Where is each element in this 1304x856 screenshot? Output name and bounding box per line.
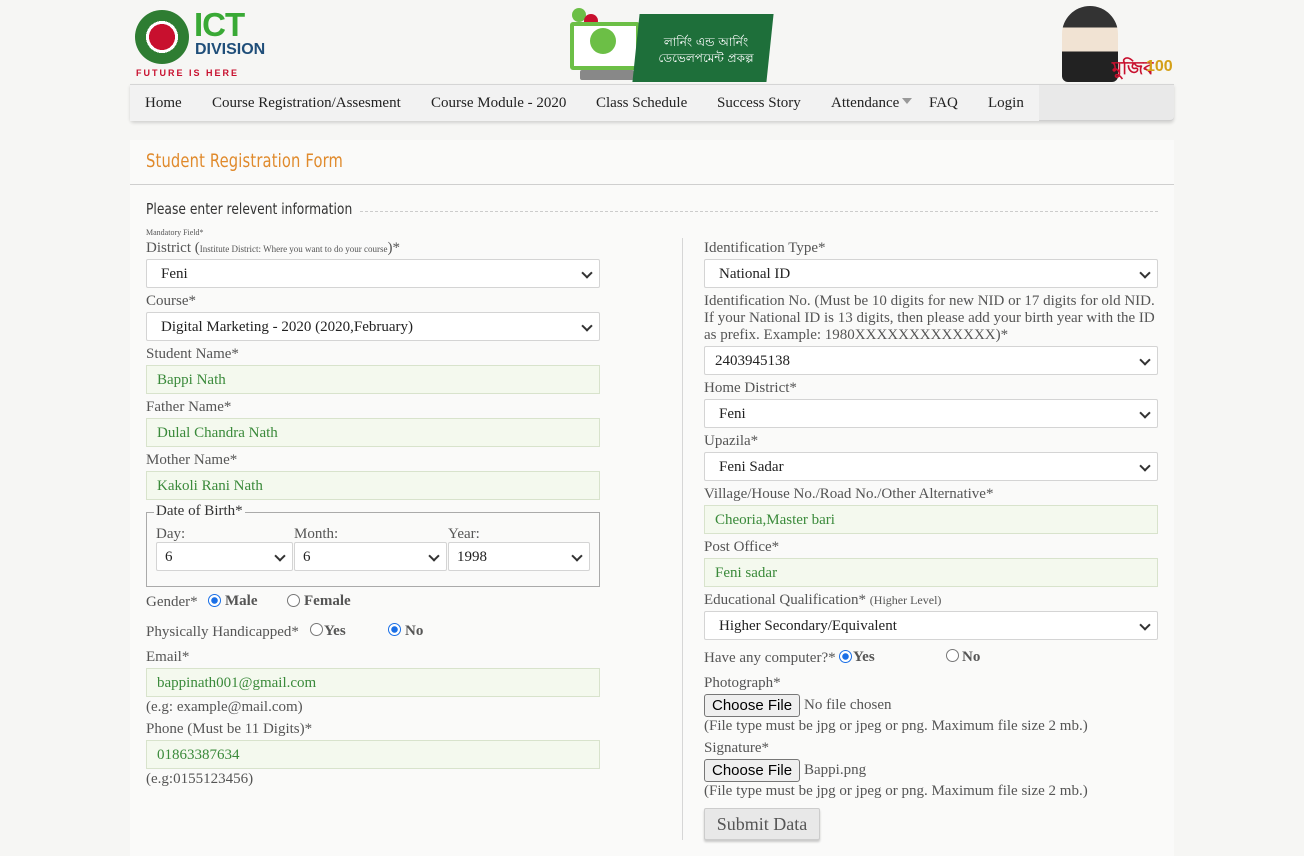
photograph-hint: (File type must be jpg or jpeg or png. M… — [704, 718, 1088, 734]
mujib-100-logo: 100 — [1146, 58, 1173, 75]
id-no-label-line1: Identification No. (Must be 10 digits fo… — [704, 293, 1155, 309]
gender-male-label: Male — [225, 593, 258, 609]
course-label: Course* — [146, 293, 196, 309]
ict-tagline: FUTURE IS HERE — [136, 68, 240, 78]
legend-divider — [360, 211, 1158, 212]
submit-button[interactable]: Submit Data — [704, 808, 820, 840]
signature-label: Signature* — [704, 740, 769, 756]
district-label-end: )* — [387, 240, 401, 256]
dob-month-select[interactable]: 6 — [294, 542, 447, 571]
handicapped-yes-label: Yes — [324, 623, 346, 639]
dob-day-label: Day: — [156, 526, 186, 542]
mandatory-note: Mandatory Field* — [146, 228, 204, 237]
gender-label: Gender* — [146, 594, 198, 610]
nav-menu: Home Course Registration/Assesment Cours… — [130, 85, 1039, 121]
email-input[interactable]: bappinath001@gmail.com — [146, 668, 600, 697]
nav-faq[interactable]: FAQ — [929, 95, 958, 112]
nav-success-story[interactable]: Success Story — [717, 95, 801, 112]
gender-female-label: Female — [304, 593, 351, 609]
dob-legend: Date of Birth* — [154, 503, 245, 520]
id-no-label-line2: If your National ID is 13 digits, then p… — [704, 310, 1155, 326]
dob-month-label: Month: — [294, 526, 339, 542]
main-navigation: Home Course Registration/Assesment Cours… — [130, 84, 1174, 121]
photograph-label: Photograph* — [704, 675, 781, 691]
student-name-label: Student Name* — [146, 346, 239, 362]
gender-male-radio[interactable] — [208, 594, 221, 607]
project-line-2: ডেভেলপমেন্ট প্রকল্প — [658, 51, 754, 65]
mother-name-label: Mother Name* — [146, 452, 238, 468]
upazila-label: Upazila* — [704, 433, 759, 449]
student-name-input[interactable]: Bappi Nath — [146, 365, 600, 394]
computer-no-radio[interactable] — [946, 649, 959, 662]
form-legend: Please enter relevent information — [146, 200, 356, 218]
project-banner-text: লার্নিং এন্ড আর্নিং ডেভেলপমেন্ট প্রকল্প — [648, 34, 764, 66]
computer-no-label: No — [962, 649, 981, 665]
photograph-choose-file-button[interactable]: Choose File — [704, 694, 801, 717]
signature-choose-file-button[interactable]: Choose File — [704, 759, 801, 782]
portrait-image — [1062, 6, 1118, 82]
people-group-icon — [590, 28, 616, 54]
dob-year-label: Year: — [448, 526, 480, 542]
district-label-text: District ( — [146, 240, 200, 256]
id-no-input[interactable]: 2403945138 — [704, 346, 1158, 375]
nav-class-schedule[interactable]: Class Schedule — [596, 95, 687, 112]
email-label: Email* — [146, 649, 190, 665]
post-office-label: Post Office* — [704, 539, 780, 555]
district-select[interactable]: Feni — [146, 259, 600, 288]
post-office-input[interactable]: Feni sadar — [704, 558, 1158, 587]
signature-filename: Bappi.png — [804, 762, 867, 778]
ict-logo-title: ICT — [194, 6, 245, 43]
handicapped-no-label: No — [405, 623, 424, 639]
handicapped-no-radio[interactable] — [388, 623, 401, 636]
column-divider — [682, 238, 683, 840]
gender-female-radio[interactable] — [287, 594, 300, 607]
project-line-1: লার্নিং এন্ড আর্নিং — [663, 35, 749, 49]
photograph-filename: No file chosen — [804, 697, 892, 713]
village-label: Village/House No./Road No./Other Alterna… — [704, 486, 994, 502]
page-title: Student Registration Form — [146, 150, 344, 172]
district-label-note: Institute District: Where you want to do… — [199, 244, 388, 254]
phone-label: Phone (Must be 11 Digits)* — [146, 721, 313, 737]
signature-hint: (File type must be jpg or jpeg or png. M… — [704, 783, 1088, 799]
home-district-label: Home District* — [704, 380, 797, 396]
phone-input[interactable]: 01863387634 — [146, 740, 600, 769]
nav-course-module[interactable]: Course Module - 2020 — [431, 95, 566, 112]
handicapped-label: Physically Handicapped* — [146, 624, 299, 640]
education-select[interactable]: Higher Secondary/Equivalent — [704, 611, 1158, 640]
education-label-text: Educational Qualification* — [704, 592, 867, 608]
upazila-select[interactable]: Feni Sadar — [704, 452, 1158, 481]
father-name-label: Father Name* — [146, 399, 232, 415]
chevron-down-icon — [902, 98, 913, 104]
computer-label: Have any computer?* — [704, 650, 836, 666]
email-hint: (e.g: example@mail.com) — [146, 699, 303, 715]
handicapped-yes-radio[interactable] — [310, 623, 323, 636]
title-divider — [130, 184, 1174, 185]
bangladesh-emblem-logo — [135, 10, 189, 64]
phone-hint: (e.g:0155123456) — [146, 771, 254, 787]
computer-yes-radio[interactable] — [839, 650, 852, 663]
dob-year-select[interactable]: 1998 — [448, 542, 590, 571]
nav-home[interactable]: Home — [145, 95, 182, 112]
village-input[interactable]: Cheoria,Master bari — [704, 505, 1158, 534]
mother-name-input[interactable]: Kakoli Rani Nath — [146, 471, 600, 500]
course-select[interactable]: Digital Marketing - 2020 (2020,February) — [146, 312, 600, 341]
nav-attendance[interactable]: Attendance — [831, 95, 913, 112]
education-label: Educational Qualification* (Higher Level… — [704, 592, 941, 609]
keyboard-icon — [580, 70, 634, 80]
home-district-select[interactable]: Feni — [704, 399, 1158, 428]
nav-course-registration[interactable]: Course Registration/Assesment — [212, 95, 401, 112]
id-type-select[interactable]: National ID — [704, 259, 1158, 288]
dob-day-select[interactable]: 6 — [156, 542, 293, 571]
nav-attendance-label: Attendance — [831, 95, 900, 111]
id-no-label-line3: as prefix. Example: 1980XXXXXXXXXXXXX)* — [704, 327, 1009, 343]
education-label-note: (Higher Level) — [869, 593, 942, 607]
district-label: District (Institute District: Where you … — [146, 240, 400, 258]
computer-yes-label: Yes — [853, 649, 875, 665]
father-name-input[interactable]: Dulal Chandra Nath — [146, 418, 600, 447]
id-type-label: Identification Type* — [704, 240, 826, 256]
nav-login[interactable]: Login — [988, 95, 1024, 112]
ict-logo-subtitle: DIVISION — [195, 41, 266, 58]
